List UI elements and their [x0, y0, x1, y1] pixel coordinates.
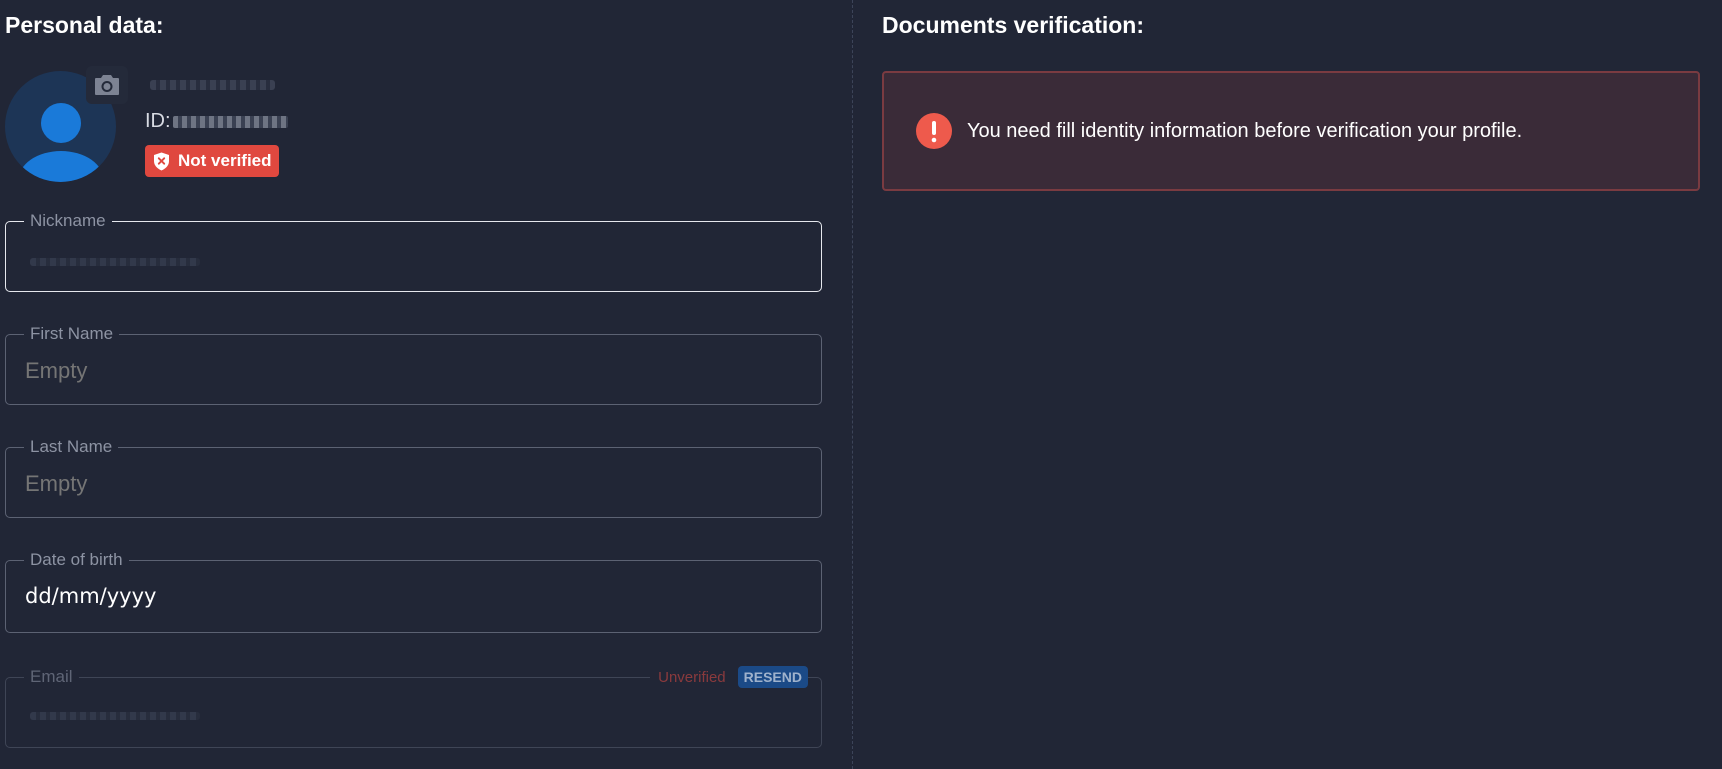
profile-page: Personal data: ID: Not verified Nickname…: [0, 0, 1722, 769]
avatar-body-icon: [18, 151, 104, 182]
date-of-birth-label: Date of birth: [24, 550, 129, 570]
alert-message: You need fill identity information befor…: [967, 119, 1523, 142]
personal-data-title: Personal data:: [5, 12, 164, 38]
date-of-birth-input[interactable]: dd/mm/yyyy: [25, 584, 785, 608]
nickname-label: Nickname: [24, 211, 112, 231]
email-status: Unverified RESEND: [650, 666, 808, 688]
email-value-redacted: [30, 712, 200, 720]
identity-required-alert: You need fill identity information befor…: [882, 71, 1700, 191]
first-name-field[interactable]: First Name: [5, 324, 822, 405]
exclamation-icon: [916, 113, 952, 149]
avatar-head-icon: [41, 103, 81, 143]
documents-section: Documents verification: You need fill id…: [853, 0, 1722, 769]
resend-button[interactable]: RESEND: [737, 666, 808, 688]
status-badge-label: Not verified: [178, 151, 272, 170]
email-field[interactable]: Email Unverified RESEND: [5, 666, 822, 748]
personal-data-section: Personal data: ID: Not verified Nickname…: [0, 0, 852, 769]
user-id-prefix: ID:: [145, 110, 171, 132]
change-photo-button[interactable]: [86, 66, 128, 104]
user-id: ID:: [145, 110, 288, 133]
first-name-input[interactable]: [25, 358, 785, 384]
camera-icon: [95, 75, 119, 95]
last-name-field[interactable]: Last Name: [5, 437, 822, 518]
last-name-label: Last Name: [24, 437, 119, 457]
username-redacted: [150, 80, 275, 90]
status-badge: Not verified: [145, 145, 279, 177]
email-unverified-text: Unverified: [658, 668, 726, 686]
nickname-field[interactable]: Nickname: [5, 211, 822, 292]
shield-x-icon: [154, 152, 169, 170]
documents-title: Documents verification:: [882, 12, 1144, 38]
last-name-input[interactable]: [25, 471, 785, 497]
date-of-birth-field[interactable]: Date of birth dd/mm/yyyy: [5, 550, 822, 633]
nickname-value-redacted: [30, 258, 200, 266]
email-label: Email: [24, 667, 79, 687]
first-name-label: First Name: [24, 324, 120, 344]
user-id-redacted: [172, 115, 288, 128]
